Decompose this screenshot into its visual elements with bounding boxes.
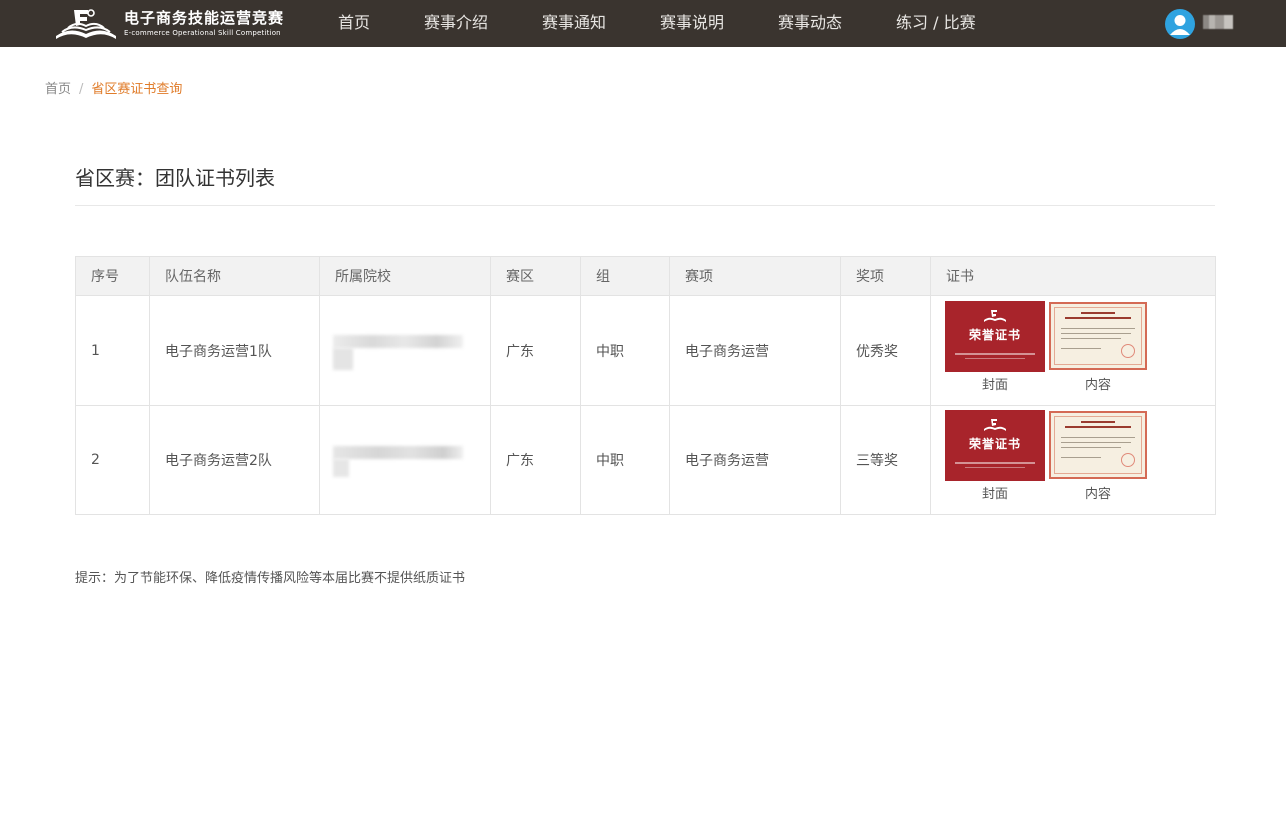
person-icon (1170, 15, 1190, 35)
nav-event-notice[interactable]: 赛事通知 (542, 0, 606, 47)
col-header-event: 赛项 (669, 256, 841, 296)
logo-emblem-icon (56, 9, 116, 39)
cell-team: 电子商务运营1队 (149, 295, 320, 406)
col-header-award: 奖项 (840, 256, 931, 296)
certificate-text-line (1061, 437, 1135, 438)
cell-event: 电子商务运营 (669, 405, 841, 515)
certificate-thumbnails: 荣誉证书 封面 内容 (945, 300, 1165, 401)
cell-group: 中职 (580, 405, 670, 515)
table-row: 2 电子商务运营2队 广东 中职 电子商务运营 三等奖 荣誉证书 封面 内容 (75, 405, 1216, 515)
col-header-certificate: 证书 (930, 256, 1216, 296)
nav-event-news[interactable]: 赛事动态 (778, 0, 842, 47)
user-avatar-icon[interactable] (1165, 9, 1195, 39)
table-row: 1 电子商务运营1队 广东 中职 电子商务运营 优秀奖 荣誉证书 封面 内容 (75, 295, 1216, 406)
col-header-school: 所属院校 (319, 256, 491, 296)
cell-school (319, 295, 491, 406)
certificate-cover-label[interactable]: 封面 (945, 483, 1045, 502)
table-header-row: 序号 队伍名称 所属院校 赛区 组 赛项 奖项 证书 (75, 256, 1216, 296)
certificate-cover-image[interactable]: 荣誉证书 (945, 410, 1045, 481)
nav-event-guide[interactable]: 赛事说明 (660, 0, 724, 47)
certificate-table: 序号 队伍名称 所属院校 赛区 组 赛项 奖项 证书 1 电子商务运营1队 广东… (75, 256, 1216, 515)
breadcrumb-separator: / (79, 82, 84, 97)
certificate-heading-line (1065, 316, 1131, 319)
nav-event-intro[interactable]: 赛事介绍 (424, 0, 488, 47)
certificate-text-line (1061, 347, 1101, 349)
cell-region: 广东 (490, 405, 581, 515)
certificate-thumbnails: 荣誉证书 封面 内容 (945, 410, 1165, 510)
col-header-group: 组 (580, 256, 670, 296)
cell-event: 电子商务运营 (669, 295, 841, 406)
school-name-blurred (333, 328, 463, 373)
logo-title-en: E-commerce Operational Skill Competition (124, 29, 281, 37)
certificate-content-label[interactable]: 内容 (1049, 483, 1147, 502)
school-name-blurred (333, 438, 463, 483)
tip-text: 提示：为了节能环保、降低疫情传播风险等本届比赛不提供纸质证书 (75, 571, 466, 586)
cell-award: 三等奖 (840, 405, 931, 515)
cell-index: 1 (75, 295, 150, 406)
breadcrumb-home[interactable]: 首页 (45, 82, 71, 97)
certificate-heading-line (1081, 311, 1115, 314)
certificate-emblem-icon (984, 419, 1006, 431)
logo-text: 电子商务技能运营竞赛 E-commerce Operational Skill … (124, 11, 284, 37)
col-header-index: 序号 (75, 256, 150, 296)
breadcrumb: 首页 / 省区赛证书查询 (45, 78, 182, 97)
certificate-content-label[interactable]: 内容 (1049, 374, 1147, 393)
site-logo[interactable]: 电子商务技能运营竞赛 E-commerce Operational Skill … (54, 6, 284, 42)
col-header-region: 赛区 (490, 256, 581, 296)
nav-practice-competition[interactable]: 练习 / 比赛 (896, 0, 976, 47)
certificate-text-line (1061, 447, 1121, 448)
certificate-cover-text-line (955, 352, 1035, 355)
cell-certificate: 荣誉证书 封面 内容 (930, 295, 1216, 406)
certificate-seal-icon (1121, 343, 1135, 358)
certificate-cover-text-line (955, 462, 1035, 464)
cell-award: 优秀奖 (840, 295, 931, 406)
certificate-text-line (1061, 457, 1101, 458)
cell-index: 2 (75, 405, 150, 515)
certificate-text-line (1061, 337, 1121, 339)
cell-team: 电子商务运营2队 (149, 405, 320, 515)
certificate-text-line (1061, 327, 1135, 329)
breadcrumb-current: 省区赛证书查询 (91, 82, 183, 97)
cell-school (319, 405, 491, 515)
logo-title-cn: 电子商务技能运营竞赛 (124, 9, 285, 27)
certificate-content-image[interactable] (1049, 411, 1147, 479)
username-blurred[interactable] (1203, 15, 1233, 29)
certificate-cover-title: 荣誉证书 (968, 437, 1021, 451)
col-header-team: 队伍名称 (149, 256, 320, 296)
certificate-cover-text-line (965, 357, 1025, 359)
certificate-cover-image[interactable]: 荣誉证书 (945, 300, 1045, 372)
certificate-cover-text-line (965, 467, 1025, 468)
cell-group: 中职 (580, 295, 670, 406)
certificate-cover-label[interactable]: 封面 (945, 374, 1045, 393)
cell-certificate: 荣誉证书 封面 内容 (930, 405, 1216, 515)
certificate-heading-line (1081, 421, 1115, 423)
cell-region: 广东 (490, 295, 581, 406)
top-nav-bar: 电子商务技能运营竞赛 E-commerce Operational Skill … (0, 0, 1286, 47)
certificate-emblem-icon (984, 309, 1006, 322)
nav-home[interactable]: 首页 (338, 0, 370, 47)
certificate-text-line (1061, 442, 1131, 443)
title-divider (75, 205, 1215, 206)
certificate-content-image[interactable] (1049, 301, 1147, 370)
page-title: 省区赛：团队证书列表 (75, 166, 275, 190)
certificate-text-line (1061, 332, 1131, 334)
certificate-seal-icon (1121, 453, 1135, 467)
certificate-cover-title: 荣誉证书 (968, 327, 1021, 342)
certificate-heading-line (1065, 426, 1131, 428)
